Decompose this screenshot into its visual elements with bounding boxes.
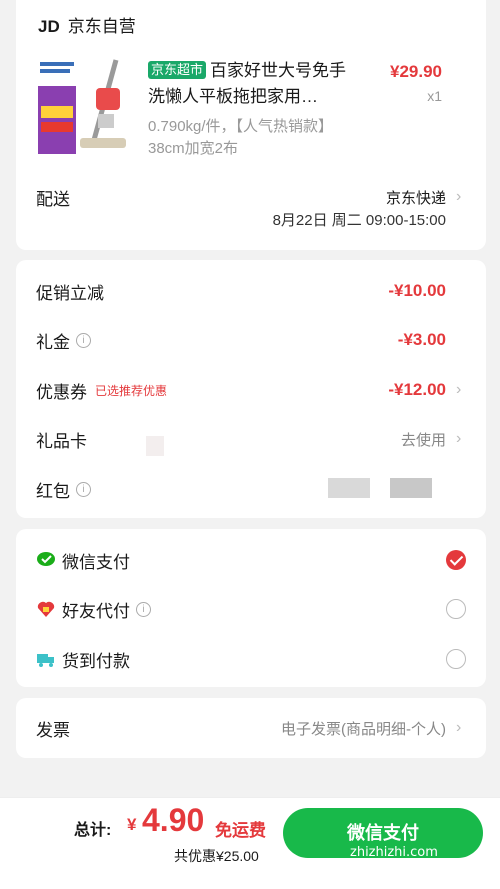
gift-card-action: 去使用 bbox=[400, 431, 446, 449]
info-icon[interactable]: i bbox=[76, 481, 91, 497]
product-spec: 0.790kg/件，【人气热销款】 38cm加宽2布 bbox=[148, 116, 388, 160]
wechat-pay-icon bbox=[37, 552, 55, 566]
spec-line-2: 38cm加宽2布 bbox=[148, 140, 239, 157]
cash-on-delivery-icon bbox=[37, 654, 54, 667]
friend-pay-icon bbox=[37, 601, 55, 617]
instant-discount-value: -¥10.00 bbox=[388, 281, 446, 300]
delivery-time-row: 8月22日 周二 09:00-15:00 bbox=[36, 204, 466, 234]
coupon-selected-tag: 已选推荐优惠 bbox=[95, 383, 168, 398]
info-icon[interactable]: i bbox=[136, 601, 151, 617]
payment-radio[interactable] bbox=[446, 649, 466, 669]
payment-label: 货到付款 bbox=[62, 651, 130, 671]
watermark: zhizhizhi.com bbox=[350, 845, 438, 860]
product-image[interactable] bbox=[38, 58, 130, 158]
payment-option-wechat[interactable]: 微信支付 bbox=[36, 545, 466, 575]
gift-money-row: 礼金 i -¥3.00 bbox=[36, 325, 466, 355]
chevron-right-icon: › bbox=[456, 381, 462, 398]
payment-label: 微信支付 bbox=[62, 552, 130, 572]
order-card: JD 京东自营 京东超市 百家好世大号免手洗懒人平板拖把家用… ¥29.90 x1 … bbox=[16, 0, 486, 250]
product-price: ¥29.90 bbox=[390, 62, 442, 81]
gift-card-label: 礼品卡 bbox=[36, 431, 87, 451]
store-header: JD 京东自营 bbox=[38, 12, 136, 37]
payment-option-cod[interactable]: 货到付款 bbox=[36, 644, 466, 674]
coupon-row[interactable]: 优惠券 已选推荐优惠 -¥12.00 › bbox=[36, 375, 466, 405]
delivery-time: 8月22日 周二 09:00-15:00 bbox=[272, 211, 446, 229]
payment-card: 微信支付 好友代付 i 货到付款 bbox=[16, 529, 486, 687]
invoice-value: 电子发票(商品明细-个人) bbox=[281, 720, 446, 738]
gift-card-row[interactable]: 礼品卡 去使用 › bbox=[36, 424, 466, 454]
product-title[interactable]: 京东超市 百家好世大号免手洗懒人平板拖把家用… bbox=[148, 58, 358, 110]
coupon-value: -¥12.00 bbox=[388, 380, 446, 399]
redacted-block bbox=[146, 436, 164, 456]
jd-logo: JD bbox=[38, 17, 60, 36]
chevron-right-icon: › bbox=[456, 719, 462, 736]
total-label: 总计: bbox=[74, 822, 112, 839]
gift-money-value: -¥3.00 bbox=[397, 330, 446, 349]
total-saved: 共优惠¥25.00 bbox=[174, 848, 259, 864]
total-amount: 4.90 bbox=[142, 802, 205, 838]
invoice-row[interactable]: 发票 电子发票(商品明细-个人) › bbox=[36, 713, 466, 743]
jd-supermarket-tag: 京东超市 bbox=[148, 61, 207, 79]
instant-discount-row: 促销立减 -¥10.00 bbox=[36, 276, 466, 306]
spec-line-1: 0.790kg/件，【人气热销款】 bbox=[148, 118, 334, 135]
product-qty: x1 bbox=[427, 88, 442, 104]
redacted-block bbox=[390, 478, 432, 498]
instant-discount-label: 促销立减 bbox=[36, 283, 104, 303]
invoice-card[interactable]: 发票 电子发票(商品明细-个人) › bbox=[16, 698, 486, 758]
chevron-right-icon: › bbox=[456, 430, 462, 447]
payment-radio[interactable] bbox=[446, 599, 466, 619]
payment-radio-selected[interactable] bbox=[446, 550, 466, 570]
red-packet-label: 红包 bbox=[36, 481, 70, 501]
total-currency: ¥ bbox=[127, 815, 137, 834]
coupon-label: 优惠券 bbox=[36, 382, 87, 402]
promotions-card: 促销立减 -¥10.00 礼金 i -¥3.00 优惠券 已选推荐优惠 -¥12… bbox=[16, 260, 486, 518]
payment-option-friend[interactable]: 好友代付 i bbox=[36, 594, 466, 624]
info-icon[interactable]: i bbox=[76, 332, 91, 348]
gift-money-label: 礼金 bbox=[36, 332, 70, 352]
redacted-block bbox=[328, 478, 370, 498]
payment-label: 好友代付 bbox=[62, 601, 130, 621]
store-name: 京东自营 bbox=[67, 17, 136, 36]
free-shipping-label: 免运费 bbox=[215, 821, 266, 840]
invoice-label: 发票 bbox=[36, 720, 70, 740]
mop-product-icon bbox=[38, 58, 126, 154]
checkout-bar: 总计: ¥ 4.90 免运费 共优惠¥25.00 微信支付 bbox=[0, 797, 500, 889]
